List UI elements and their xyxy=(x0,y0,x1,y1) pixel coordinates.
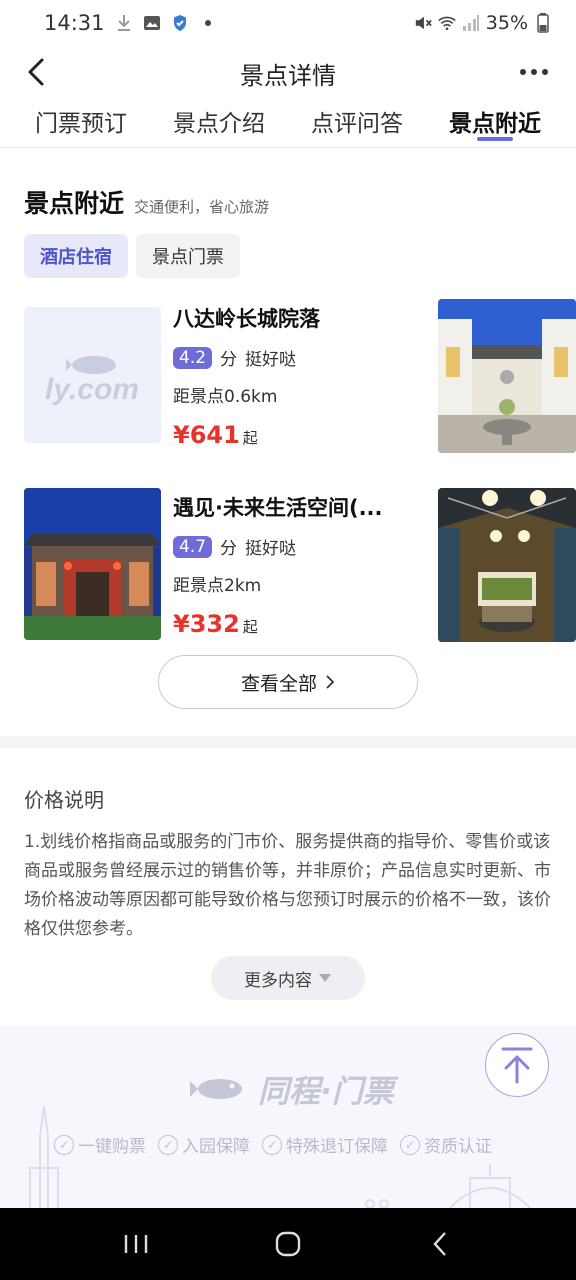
home-button[interactable] xyxy=(258,1214,318,1274)
chevron-right-icon xyxy=(326,675,335,689)
guarantee-list: ✓ 一键购票 ✓ 入园保障 ✓ 特殊退订保障 ✓ 资质认证 xyxy=(54,1132,492,1157)
nearby-subtitle: 交通便利，省心旅游 xyxy=(134,198,270,216)
check-circle-icon: ✓ xyxy=(158,1134,178,1155)
check-circle-icon: ✓ xyxy=(54,1134,74,1155)
tab-ticket-booking[interactable]: 门票预订 xyxy=(35,100,127,147)
more-dot-icon xyxy=(542,69,548,75)
score-unit: 分 xyxy=(220,539,238,559)
price-suffix: 起 xyxy=(242,618,258,636)
section-divider xyxy=(0,736,576,748)
recent-apps-button[interactable] xyxy=(106,1214,166,1274)
back-arrow-icon xyxy=(28,58,44,86)
recent-apps-icon xyxy=(124,1235,148,1253)
rating-row: 4.2 分 挺好哒 xyxy=(173,345,423,370)
header: 景点详情 xyxy=(0,46,576,100)
price-note-title: 价格说明 xyxy=(24,788,104,812)
tongcheng-fish-icon xyxy=(190,1078,242,1099)
back-to-top-button[interactable] xyxy=(485,1033,549,1097)
more-options-button[interactable] xyxy=(514,54,554,90)
notification-dot-icon xyxy=(199,14,217,32)
download-icon xyxy=(115,14,133,32)
gallery-icon xyxy=(143,14,161,32)
system-nav-bar xyxy=(0,1208,576,1280)
score-badge: 4.2 xyxy=(173,346,213,369)
brand-logo: 同程·门票 xyxy=(190,1066,394,1111)
chip-attraction-tickets[interactable]: 景点门票 xyxy=(136,234,240,278)
view-all-label: 查看全部 xyxy=(240,672,317,695)
chip-hotels[interactable]: 酒店住宿 xyxy=(24,234,128,278)
brand-name: 同程·门票 xyxy=(258,1074,394,1110)
hotel-hall-photo[interactable] xyxy=(438,488,576,642)
hotel-card[interactable]: ly.com 八达岭长城院落 4.2 分 挺好哒 距景点0.6km ¥641 起 xyxy=(0,299,576,459)
guarantee-label: 资质认证 xyxy=(424,1137,492,1157)
hotel-price: ¥641 xyxy=(173,421,240,449)
score-badge: 4.7 xyxy=(173,535,213,558)
nearby-filter-chips: 酒店住宿 景点门票 xyxy=(24,234,240,278)
guarantee-item: ✓ 一键购票 xyxy=(54,1132,146,1157)
hotel-distance: 距景点2km xyxy=(173,576,262,596)
rating-comment: 挺好哒 xyxy=(245,539,297,559)
more-content-button[interactable]: 更多内容 xyxy=(211,956,365,1000)
home-icon xyxy=(275,1231,301,1257)
nav-back-button[interactable] xyxy=(410,1214,470,1274)
hotel-name: 遇见·未来生活空间(... xyxy=(173,496,383,520)
tab-nearby[interactable]: 景点附近 xyxy=(449,100,541,147)
nav-back-icon xyxy=(433,1232,446,1256)
wifi-icon xyxy=(438,14,456,32)
ly-logo-text: ly.com xyxy=(45,373,139,406)
status-bar: 14:31 35% xyxy=(0,0,576,46)
hotel-price: ¥332 xyxy=(173,610,240,638)
page-title: 景点详情 xyxy=(240,61,336,90)
price-note-text: 1.划线价格指商品或服务的门市价、服务提供商的指导价、零售价或该商品或服务曾经展… xyxy=(24,832,551,939)
hotel-card[interactable]: 遇见·未来生活空间(... 4.7 分 挺好哒 距景点2km ¥332 起 xyxy=(0,488,576,648)
signal-icon xyxy=(462,14,480,32)
guarantee-label: 特殊退订保障 xyxy=(286,1137,388,1157)
nearby-section-header: 景点附近 交通便利，省心旅游 xyxy=(24,184,269,220)
tab-introduction[interactable]: 景点介绍 xyxy=(173,100,265,147)
more-dot-icon xyxy=(520,69,526,75)
hotel-placeholder-image: ly.com xyxy=(24,307,161,443)
nearby-title: 景点附近 xyxy=(24,189,125,218)
check-circle-icon: ✓ xyxy=(262,1134,282,1155)
price-suffix: 起 xyxy=(242,429,258,447)
hotel-info: 遇见·未来生活空间(... 4.7 分 挺好哒 距景点2km ¥332 起 xyxy=(173,492,423,638)
guarantee-label: 入园保障 xyxy=(182,1137,250,1157)
battery-icon xyxy=(534,13,552,33)
more-dot-icon xyxy=(531,69,537,75)
check-circle-icon: ✓ xyxy=(400,1134,420,1155)
more-content-label: 更多内容 xyxy=(244,970,312,991)
view-all-button[interactable]: 查看全部 xyxy=(158,655,418,709)
guarantee-label: 一键购票 xyxy=(78,1137,146,1157)
rating-row: 4.7 分 挺好哒 xyxy=(173,534,423,559)
price-row: ¥641 起 xyxy=(173,421,423,449)
caret-down-icon xyxy=(319,974,331,982)
back-button[interactable] xyxy=(18,54,54,90)
price-row: ¥332 起 xyxy=(173,610,423,638)
score-unit: 分 xyxy=(220,350,238,370)
tab-reviews-qa[interactable]: 点评问答 xyxy=(311,100,403,147)
tab-bar: 门票预订 景点介绍 点评问答 景点附近 xyxy=(0,100,576,148)
status-time: 14:31 xyxy=(44,11,105,35)
rating-comment: 挺好哒 xyxy=(245,350,297,370)
guarantee-item: ✓ 入园保障 xyxy=(158,1132,250,1157)
arrow-up-icon xyxy=(501,1047,533,1084)
guarantee-item: ✓ 特殊退订保障 xyxy=(262,1132,388,1157)
guarantee-item: ✓ 资质认证 xyxy=(400,1132,492,1157)
hotel-gate-photo xyxy=(24,488,161,640)
shield-icon xyxy=(171,14,189,32)
hotel-distance: 距景点0.6km xyxy=(173,387,278,407)
hotel-info: 八达岭长城院落 4.2 分 挺好哒 距景点0.6km ¥641 起 xyxy=(173,303,423,449)
battery-percent: 35% xyxy=(485,12,528,34)
hotel-name: 八达岭长城院落 xyxy=(173,307,320,331)
hotel-courtyard-photo[interactable] xyxy=(438,299,576,453)
mute-icon xyxy=(414,14,432,32)
